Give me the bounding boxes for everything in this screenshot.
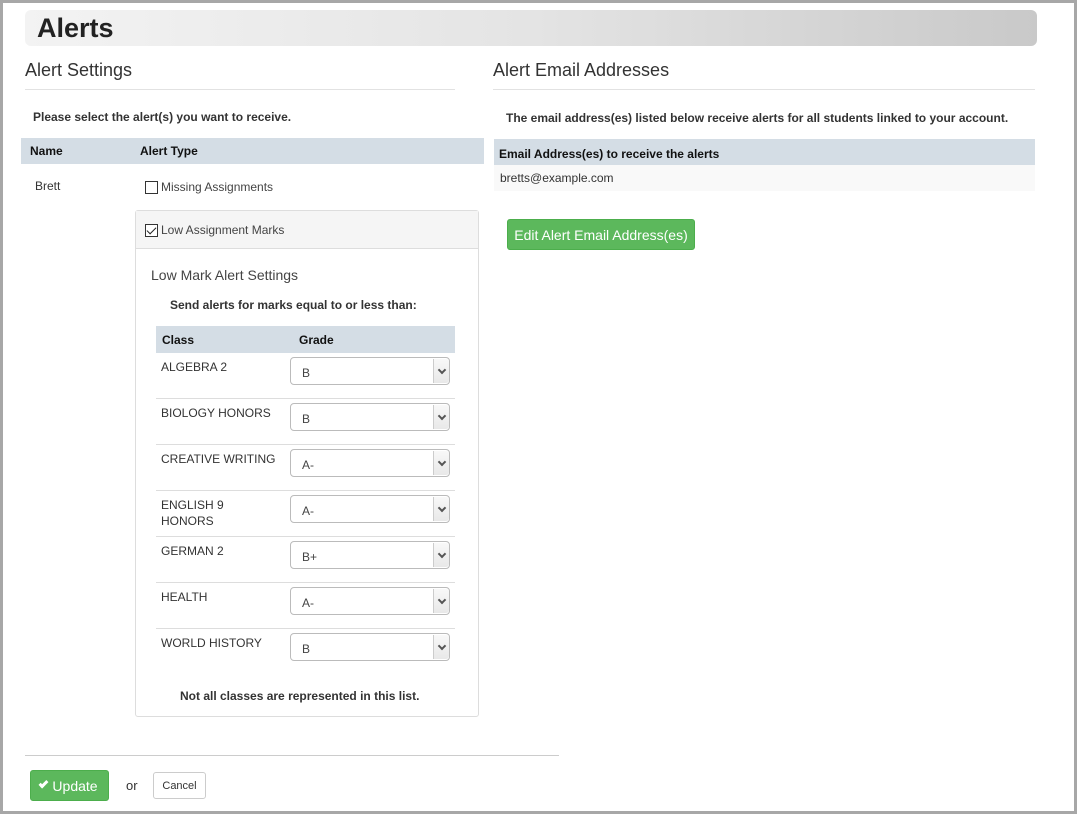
student-name: Brett	[35, 179, 61, 193]
chevron-down-icon[interactable]	[433, 451, 449, 475]
alert-email-heading: Alert Email Addresses	[493, 60, 1035, 90]
grade-value: B+	[302, 550, 318, 564]
grade-select-english-9-honors[interactable]: A-	[290, 495, 450, 523]
grade-select-creative-writing[interactable]: A-	[290, 449, 450, 477]
edit-alert-email-button[interactable]: Edit Alert Email Address(es)	[507, 219, 695, 250]
missing-assignments-checkbox[interactable]	[145, 180, 158, 194]
low-mark-settings-subtitle: Send alerts for marks equal to or less t…	[170, 298, 417, 312]
class-name: ALGEBRA 2	[161, 360, 228, 374]
table-row: HEALTH A-	[156, 583, 455, 629]
table-row: WORLD HISTORY B	[156, 629, 455, 675]
column-name: Name	[30, 144, 63, 158]
footer-divider	[25, 755, 559, 756]
low-marks-panel: Low Assignment Marks Low Mark Alert Sett…	[135, 210, 479, 717]
update-label: Update	[52, 777, 98, 794]
column-email: Email Address(es) to receive the alerts	[499, 147, 720, 161]
class-name: GERMAN 2	[161, 544, 224, 558]
table-row: GERMAN 2 B+	[156, 537, 455, 583]
table-row: BIOLOGY HONORS B	[156, 399, 455, 445]
table-row: ENGLISH 9 HONORS A-	[156, 491, 455, 537]
table-row: CREATIVE WRITING A-	[156, 445, 455, 491]
low-mark-settings-title: Low Mark Alert Settings	[151, 267, 299, 283]
chevron-down-icon[interactable]	[433, 359, 449, 383]
grade-value: B	[302, 412, 311, 426]
table-row: ALGEBRA 2 B	[156, 353, 455, 399]
low-marks-panel-header: Low Assignment Marks	[136, 211, 478, 249]
column-class: Class	[162, 333, 195, 347]
grade-select-biology-honors[interactable]: B	[290, 403, 450, 431]
grades-table-body: ALGEBRA 2 B BIOLOGY HONORS B CREATIVE WR…	[156, 353, 455, 675]
class-name: WORLD HISTORY	[161, 636, 262, 650]
grade-value: A-	[302, 458, 314, 472]
grade-value: A-	[302, 596, 314, 610]
class-name: BIOLOGY HONORS	[161, 406, 271, 420]
alert-settings-heading: Alert Settings	[25, 60, 455, 90]
grade-select-health[interactable]: A-	[290, 587, 450, 615]
cancel-button[interactable]: Cancel	[153, 772, 206, 799]
missing-assignments-label: Missing Assignments	[161, 180, 274, 194]
grade-select-world-history[interactable]: B	[290, 633, 450, 661]
chevron-down-icon[interactable]	[433, 543, 449, 567]
low-assignment-marks-option[interactable]: Low Assignment Marks	[145, 223, 284, 237]
grade-select-german-2[interactable]: B+	[290, 541, 450, 569]
column-grade: Grade	[299, 333, 334, 347]
check-icon	[38, 778, 49, 789]
grade-select-algebra-2[interactable]: B	[290, 357, 450, 385]
email-address: bretts@example.com	[500, 171, 614, 185]
grade-value: B	[302, 366, 311, 380]
title-bar: Alerts	[25, 10, 1037, 46]
alert-email-instruction: The email address(es) listed below recei…	[506, 111, 1009, 125]
grades-table-header: Class Grade	[156, 326, 455, 353]
chevron-down-icon[interactable]	[433, 589, 449, 613]
grade-value: A-	[302, 504, 314, 518]
low-assignment-marks-checkbox[interactable]	[145, 223, 158, 237]
column-alert-type: Alert Type	[140, 144, 198, 158]
missing-assignments-option[interactable]: Missing Assignments	[145, 180, 273, 194]
or-text: or	[126, 778, 138, 793]
table-row: bretts@example.com	[494, 165, 1035, 191]
grade-value: B	[302, 642, 311, 656]
chevron-down-icon[interactable]	[433, 497, 449, 521]
page-frame: Alerts Alert Settings Please select the …	[3, 3, 1074, 811]
class-name: ENGLISH 9 HONORS	[161, 498, 224, 528]
alerts-table-header: Name Alert Type	[21, 138, 484, 164]
chevron-down-icon[interactable]	[433, 635, 449, 659]
class-name: CREATIVE WRITING	[161, 452, 276, 466]
class-name: HEALTH	[161, 590, 208, 604]
low-mark-footnote: Not all classes are represented in this …	[180, 689, 420, 703]
alert-settings-instruction: Please select the alert(s) you want to r…	[33, 110, 292, 124]
chevron-down-icon[interactable]	[433, 405, 449, 429]
low-assignment-marks-label: Low Assignment Marks	[161, 223, 285, 237]
page-title: Alerts	[37, 13, 114, 43]
update-button[interactable]: Update	[30, 770, 109, 801]
email-table-header: Email Address(es) to receive the alerts	[494, 139, 1035, 165]
